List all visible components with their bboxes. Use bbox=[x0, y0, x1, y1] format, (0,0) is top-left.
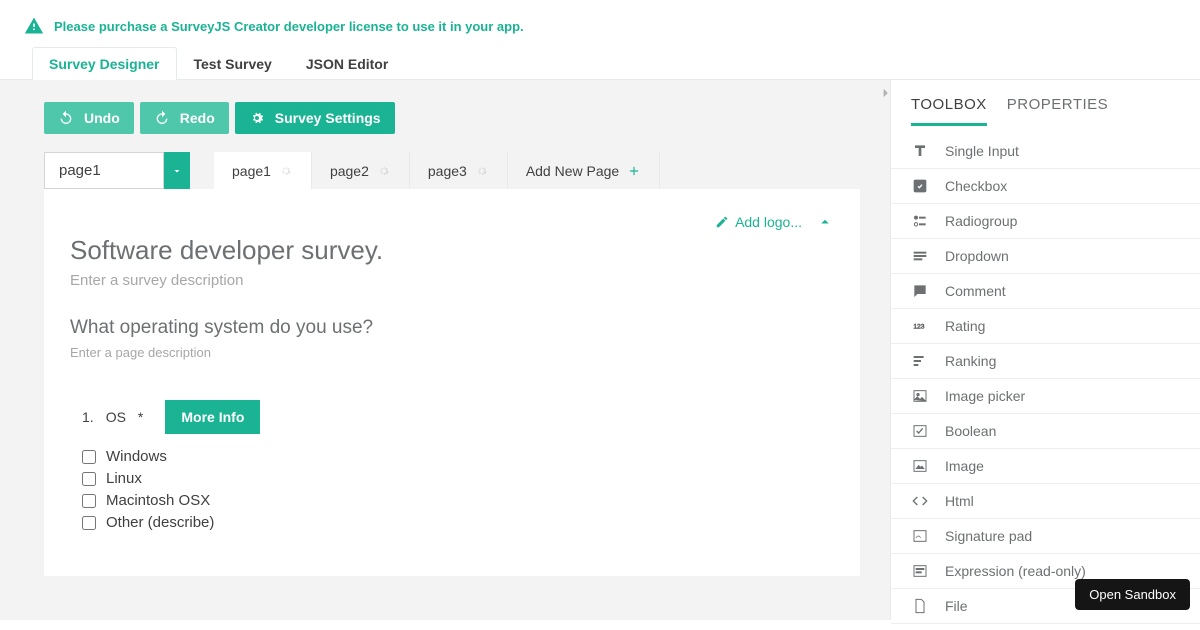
more-info-button[interactable]: More Info bbox=[165, 400, 260, 434]
svg-text:123: 123 bbox=[913, 324, 924, 331]
banner-text: Please purchase a SurveyJS Creator devel… bbox=[54, 19, 524, 34]
tool-radiogroup[interactable]: Radiogroup bbox=[891, 204, 1200, 239]
tool-imagepicker[interactable]: Image picker bbox=[891, 379, 1200, 414]
undo-button[interactable]: Undo bbox=[44, 102, 134, 134]
mode-tabs: Survey Designer Test Survey JSON Editor bbox=[0, 46, 1200, 80]
comment-icon bbox=[912, 283, 928, 299]
page-description-placeholder[interactable]: Enter a page description bbox=[70, 345, 834, 360]
option-row[interactable]: Other (describe) bbox=[82, 514, 834, 531]
gear-icon[interactable] bbox=[475, 164, 489, 178]
tool-boolean[interactable]: Boolean bbox=[891, 414, 1200, 449]
chevron-down-icon bbox=[171, 165, 183, 177]
chevrons-icon bbox=[879, 86, 893, 100]
open-sandbox-button[interactable]: Open Sandbox bbox=[1075, 579, 1190, 610]
html-icon bbox=[912, 493, 928, 509]
image-icon bbox=[912, 458, 928, 474]
option-row[interactable]: Windows bbox=[82, 448, 834, 465]
warning-icon bbox=[24, 16, 44, 36]
add-logo-link[interactable]: Add logo... bbox=[715, 214, 802, 230]
option-checkbox[interactable] bbox=[82, 494, 96, 508]
side-tabs: TOOLBOX PROPERTIES bbox=[891, 92, 1200, 126]
option-checkbox[interactable] bbox=[82, 450, 96, 464]
survey-settings-button[interactable]: Survey Settings bbox=[235, 102, 395, 134]
image-picker-icon bbox=[912, 388, 928, 404]
tool-rating[interactable]: 123Rating bbox=[891, 309, 1200, 344]
pages-row: page1 page1 page2 page3 bbox=[44, 152, 860, 189]
page-tabs: page1 page2 page3 Add New Page bbox=[214, 152, 660, 189]
survey-title[interactable]: Software developer survey. bbox=[70, 235, 834, 266]
tool-html[interactable]: Html bbox=[891, 484, 1200, 519]
rating-icon: 123 bbox=[912, 318, 928, 334]
boolean-icon bbox=[912, 423, 928, 439]
page-tab-3[interactable]: page3 bbox=[410, 152, 508, 189]
tool-dropdown[interactable]: Dropdown bbox=[891, 239, 1200, 274]
pencil-icon bbox=[715, 215, 729, 229]
redo-button[interactable]: Redo bbox=[140, 102, 229, 134]
option-row[interactable]: Linux bbox=[82, 470, 834, 487]
gear-icon[interactable] bbox=[279, 164, 293, 178]
tool-ranking[interactable]: Ranking bbox=[891, 344, 1200, 379]
designer-canvas-area: Undo Redo Survey Settings page1 page1 bbox=[0, 80, 890, 620]
question-label: OS bbox=[106, 409, 126, 425]
page-tab-1[interactable]: page1 bbox=[214, 152, 312, 189]
undo-icon bbox=[58, 110, 74, 126]
required-mark: * bbox=[138, 409, 143, 425]
option-checkbox[interactable] bbox=[82, 516, 96, 530]
option-checkbox[interactable] bbox=[82, 472, 96, 486]
tool-checkbox[interactable]: Checkbox bbox=[891, 169, 1200, 204]
tool-image[interactable]: Image bbox=[891, 449, 1200, 484]
signature-icon bbox=[912, 528, 928, 544]
tool-single-input[interactable]: Single Input bbox=[891, 134, 1200, 169]
chevron-up-icon[interactable] bbox=[816, 213, 834, 231]
page-select[interactable]: page1 bbox=[44, 152, 190, 189]
gear-icon bbox=[249, 110, 265, 126]
question-number: 1. bbox=[82, 409, 94, 425]
dropdown-icon bbox=[912, 248, 928, 264]
tab-survey-designer[interactable]: Survey Designer bbox=[32, 47, 177, 80]
page-tab-2[interactable]: page2 bbox=[312, 152, 410, 189]
tab-test-survey[interactable]: Test Survey bbox=[177, 47, 289, 80]
ranking-icon bbox=[912, 353, 928, 369]
tool-signature[interactable]: Signature pad bbox=[891, 519, 1200, 554]
toolbox-list: Single Input Checkbox Radiogroup Dropdow… bbox=[891, 134, 1200, 624]
panel-collapse-handle[interactable] bbox=[879, 86, 893, 100]
page-select-arrow[interactable] bbox=[164, 152, 190, 189]
side-tab-toolbox[interactable]: TOOLBOX bbox=[911, 96, 987, 126]
page-select-value: page1 bbox=[44, 152, 164, 189]
side-panel: TOOLBOX PROPERTIES Single Input Checkbox… bbox=[890, 80, 1200, 620]
checkbox-icon bbox=[912, 178, 928, 194]
page-tab-add[interactable]: Add New Page bbox=[508, 152, 660, 189]
option-row[interactable]: Macintosh OSX bbox=[82, 492, 834, 509]
gear-icon[interactable] bbox=[377, 164, 391, 178]
page-title[interactable]: What operating system do you use? bbox=[70, 317, 834, 339]
toolbar: Undo Redo Survey Settings bbox=[44, 102, 860, 134]
tab-json-editor[interactable]: JSON Editor bbox=[289, 47, 405, 80]
redo-icon bbox=[154, 110, 170, 126]
expression-icon bbox=[912, 563, 928, 579]
question-options: Windows Linux Macintosh OSX Other (descr… bbox=[70, 448, 834, 531]
plus-icon bbox=[627, 164, 641, 178]
license-banner: Please purchase a SurveyJS Creator devel… bbox=[0, 0, 1200, 46]
tool-comment[interactable]: Comment bbox=[891, 274, 1200, 309]
survey-canvas: Add logo... Software developer survey. E… bbox=[44, 189, 860, 576]
survey-description-placeholder[interactable]: Enter a survey description bbox=[70, 272, 834, 289]
side-tab-properties[interactable]: PROPERTIES bbox=[1007, 96, 1108, 126]
text-icon bbox=[912, 143, 928, 159]
file-icon bbox=[912, 598, 928, 614]
radio-icon bbox=[912, 213, 928, 229]
question-header[interactable]: 1. OS * More Info bbox=[70, 400, 834, 434]
